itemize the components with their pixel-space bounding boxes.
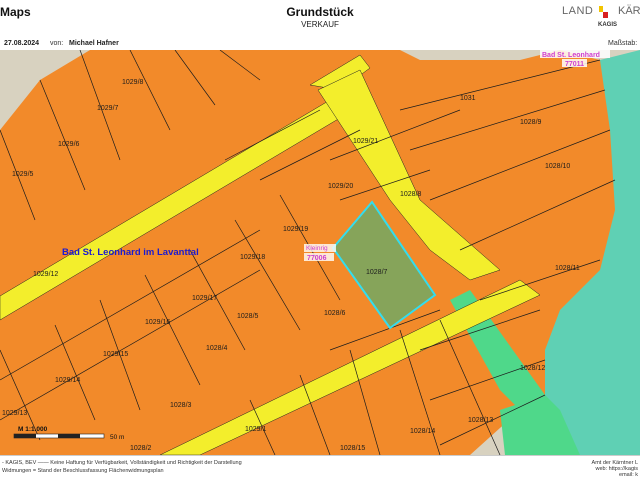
parcel-label: 1028/5: [237, 313, 259, 320]
parcel-label: 1028/6: [324, 310, 346, 317]
parcel-label: 1029/13: [2, 410, 27, 417]
parcel-label: 1029/19: [283, 226, 308, 233]
map-header: Maps Grundstück VERKAUF 27.08.2024 von: …: [0, 0, 640, 50]
parcel-label: 1029/5: [12, 171, 34, 178]
parcel-label: 1028/11: [555, 265, 580, 272]
parcel-label: 1028/4: [206, 345, 228, 352]
parcel-label: 1028/10: [545, 163, 570, 170]
parcel-label: 1029/18: [240, 254, 265, 261]
town-label: Bad St. Leonhard im Lavanttal: [62, 247, 199, 258]
cadastral-top-code: 77011: [565, 61, 584, 68]
parcel-label: 1029/17: [192, 295, 217, 302]
print-date: 27.08.2024: [4, 40, 40, 47]
parcel-label: 1029/8: [122, 79, 144, 86]
map-canvas[interactable]: 1029/8 1029/7 1029/6 1029/5 1031 1028/9 …: [0, 50, 640, 455]
parcel-label: 1029/12: [33, 271, 58, 278]
footer-widmung: Widmungen = Stand der Beschlussfassung F…: [2, 468, 164, 474]
map-footer: - KAGIS, BEV —— Keine Haftung für Verfüg…: [0, 455, 640, 481]
logo-text-left: LAND: [562, 5, 594, 17]
parcel-label: 1029/6: [58, 141, 80, 148]
parcel-label: 1028/8: [400, 191, 422, 198]
coat-of-arms-icon: [599, 6, 608, 18]
parcel-label: 1028/14: [410, 428, 435, 435]
footer-disclaimer: - KAGIS, BEV —— Keine Haftung für Verfüg…: [2, 460, 242, 466]
parcel-label: 1029/16: [145, 319, 170, 326]
parcel-label: 1028/12: [520, 365, 545, 372]
parcel-label: 1031: [460, 95, 476, 102]
parcel-map[interactable]: 1029/8 1029/7 1029/6 1029/5 1031 1028/9 …: [0, 50, 640, 455]
scale-label: Maßstab:: [608, 40, 638, 47]
parcel-label: 1029/1: [245, 426, 267, 433]
cadastral-top-name: Bad St. Leonhard: [542, 52, 600, 59]
parcel-label: 1029/15: [103, 351, 128, 358]
parcel-label: 1029/20: [328, 183, 353, 190]
parcel-label: 1028/9: [520, 119, 542, 126]
scale-ratio: M 1:1.000: [18, 426, 48, 433]
land-kaernten-logo: LAND KÄR KAGIS: [562, 5, 640, 35]
page-subtitle: VERKAUF: [301, 20, 339, 29]
scale-distance: 50 m: [110, 434, 124, 441]
parcel-label: 1028/13: [468, 417, 493, 424]
kagis-label: KAGIS: [598, 22, 618, 28]
parcel-label: 1029/21: [353, 138, 378, 145]
author-label: von:: [50, 40, 64, 47]
parcel-label: 1029/7: [97, 105, 119, 112]
parcel-label: 1028/3: [170, 402, 192, 409]
logo-text-right: KÄR: [618, 5, 640, 17]
page-title: Grundstück: [286, 5, 354, 19]
footer-email: email: k: [619, 472, 638, 478]
author-name: Michael Hafner: [69, 40, 119, 47]
parcel-label: 1028/2: [130, 445, 152, 452]
cadastral-center-code: 77006: [307, 255, 327, 262]
cadastral-center-name: Kleinrig: [306, 245, 328, 252]
selected-parcel-label: 1028/7: [366, 269, 388, 276]
parcel-label: 1028/15: [340, 445, 365, 452]
parcel-label: 1029/14: [55, 377, 80, 384]
